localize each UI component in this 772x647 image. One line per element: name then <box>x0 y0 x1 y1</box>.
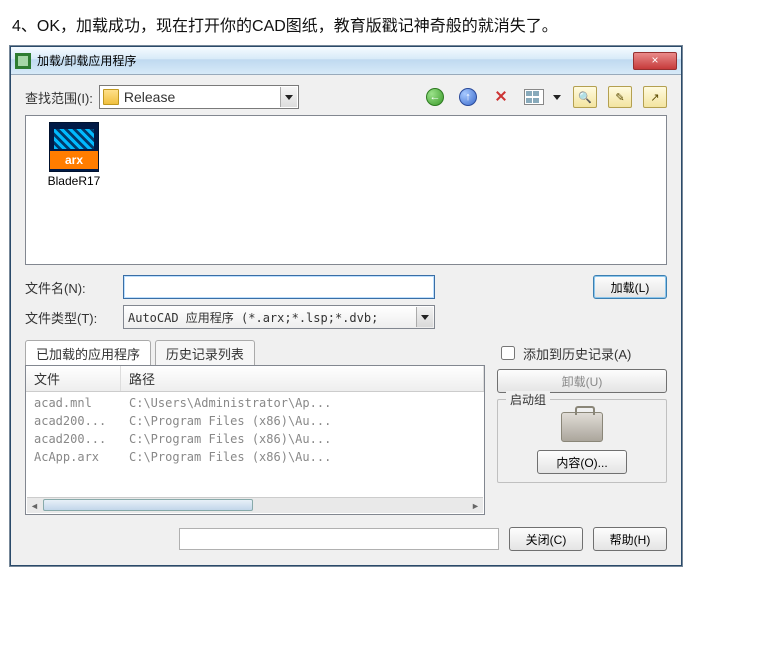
add-to-history-label: 添加到历史记录(A) <box>523 344 631 363</box>
cell-file: acad.mnl <box>34 396 129 410</box>
cell-file: AcApp.arx <box>34 450 129 464</box>
loaded-apps-list: 文件 路径 acad.mnlC:\Users\Administrator\Ap.… <box>25 365 485 515</box>
cell-path: C:\Program Files (x86)\Au... <box>129 432 476 446</box>
cell-file: acad200... <box>34 432 129 446</box>
lookin-value: Release <box>124 89 175 105</box>
close-button[interactable]: 关闭(C) <box>509 527 583 551</box>
search-tool-button[interactable]: 🔍 <box>573 86 597 108</box>
filetype-value: AutoCAD 应用程序 (*.arx;*.lsp;*.dvb; <box>128 309 378 326</box>
table-row[interactable]: AcApp.arxC:\Program Files (x86)\Au... <box>26 448 484 466</box>
titlebar: 加载/卸载应用程序 × <box>11 47 681 75</box>
file-item-label: BladeR17 <box>34 174 114 188</box>
dialog-window: 加载/卸载应用程序 × 查找范围(I): Release ← ↑ 🔍 ✎ ↗ <box>10 46 682 566</box>
help-button[interactable]: 帮助(H) <box>593 527 667 551</box>
cell-path: C:\Users\Administrator\Ap... <box>129 396 476 410</box>
app-icon <box>15 53 31 69</box>
tabs: 已加载的应用程序 历史记录列表 <box>25 340 485 366</box>
scroll-left-icon[interactable]: ◄ <box>27 498 42 513</box>
cell-file: acad200... <box>34 414 129 428</box>
filename-label: 文件名(N): <box>25 278 115 297</box>
scroll-thumb[interactable] <box>43 499 253 511</box>
nav-up-button[interactable]: ↑ <box>456 86 480 108</box>
horizontal-scrollbar[interactable]: ◄ ► <box>27 497 483 513</box>
lookin-label: 查找范围(I): <box>25 88 93 107</box>
arx-file-icon <box>49 122 99 172</box>
folder-icon <box>103 89 119 105</box>
filename-input[interactable] <box>123 275 435 299</box>
loaded-list-header: 文件 路径 <box>26 366 484 392</box>
tool-button-2[interactable]: ✎ <box>608 86 632 108</box>
file-item[interactable]: BladeR17 <box>34 122 114 188</box>
table-row[interactable]: acad200...C:\Program Files (x86)\Au... <box>26 412 484 430</box>
nav-delete-button[interactable] <box>489 86 513 108</box>
window-close-button[interactable]: × <box>633 52 677 70</box>
briefcase-icon <box>561 412 603 442</box>
views-dropdown-icon[interactable] <box>552 95 562 100</box>
add-to-history-checkbox[interactable]: 添加到历史记录(A) <box>497 343 667 363</box>
tool-button-3[interactable]: ↗ <box>643 86 667 108</box>
startup-group: 启动组 内容(O)... <box>497 399 667 483</box>
window-title: 加载/卸载应用程序 <box>37 52 633 69</box>
startup-group-title: 启动组 <box>506 391 550 408</box>
filetype-label: 文件类型(T): <box>25 308 115 327</box>
col-header-file[interactable]: 文件 <box>26 366 121 391</box>
add-to-history-input[interactable] <box>501 346 515 360</box>
filetype-combo[interactable]: AutoCAD 应用程序 (*.arx;*.lsp;*.dvb; <box>123 305 435 329</box>
table-row[interactable]: acad200...C:\Program Files (x86)\Au... <box>26 430 484 448</box>
load-button[interactable]: 加载(L) <box>593 275 667 299</box>
lookin-dropdown-icon[interactable] <box>280 87 297 107</box>
lookin-combo[interactable]: Release <box>99 85 299 109</box>
cell-path: C:\Program Files (x86)\Au... <box>129 414 476 428</box>
cell-path: C:\Program Files (x86)\Au... <box>129 450 476 464</box>
filetype-dropdown-icon[interactable] <box>416 307 433 327</box>
contents-button[interactable]: 内容(O)... <box>537 450 627 474</box>
scroll-right-icon[interactable]: ► <box>468 498 483 513</box>
col-header-path[interactable]: 路径 <box>121 366 484 391</box>
page-caption: 4、OK，加载成功，现在打开你的CAD图纸，教育版戳记神奇般的就消失了。 <box>12 12 762 36</box>
tab-history[interactable]: 历史记录列表 <box>155 340 255 365</box>
table-row[interactable]: acad.mnlC:\Users\Administrator\Ap... <box>26 394 484 412</box>
unload-button[interactable]: 卸载(U) <box>497 369 667 393</box>
file-list-pane[interactable]: BladeR17 <box>25 115 667 265</box>
status-field <box>179 528 499 550</box>
nav-views-button[interactable] <box>522 86 546 108</box>
tab-loaded-apps[interactable]: 已加载的应用程序 <box>25 340 151 365</box>
nav-back-button[interactable]: ← <box>423 86 447 108</box>
